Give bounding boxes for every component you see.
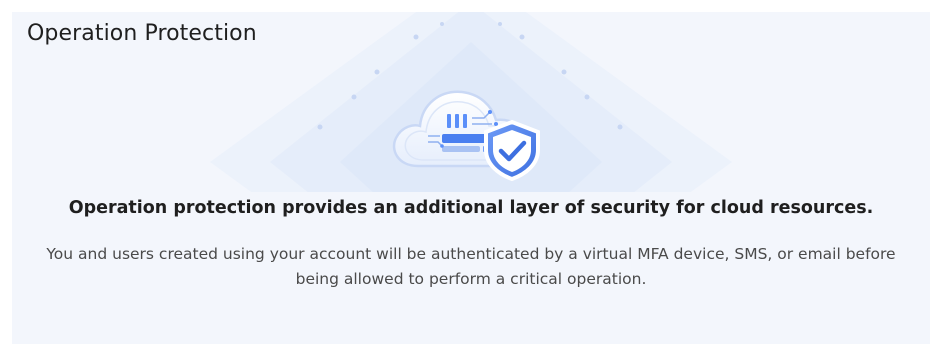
cloud-security-illustration xyxy=(392,90,540,182)
protection-description: You and users created using your account… xyxy=(46,245,896,288)
page-title: Operation Protection xyxy=(27,21,257,46)
operation-protection-card: Operation Protection Operation protectio… xyxy=(12,12,930,344)
protection-headline: Operation protection provides an additio… xyxy=(68,198,874,218)
shield-check-icon xyxy=(484,119,540,182)
